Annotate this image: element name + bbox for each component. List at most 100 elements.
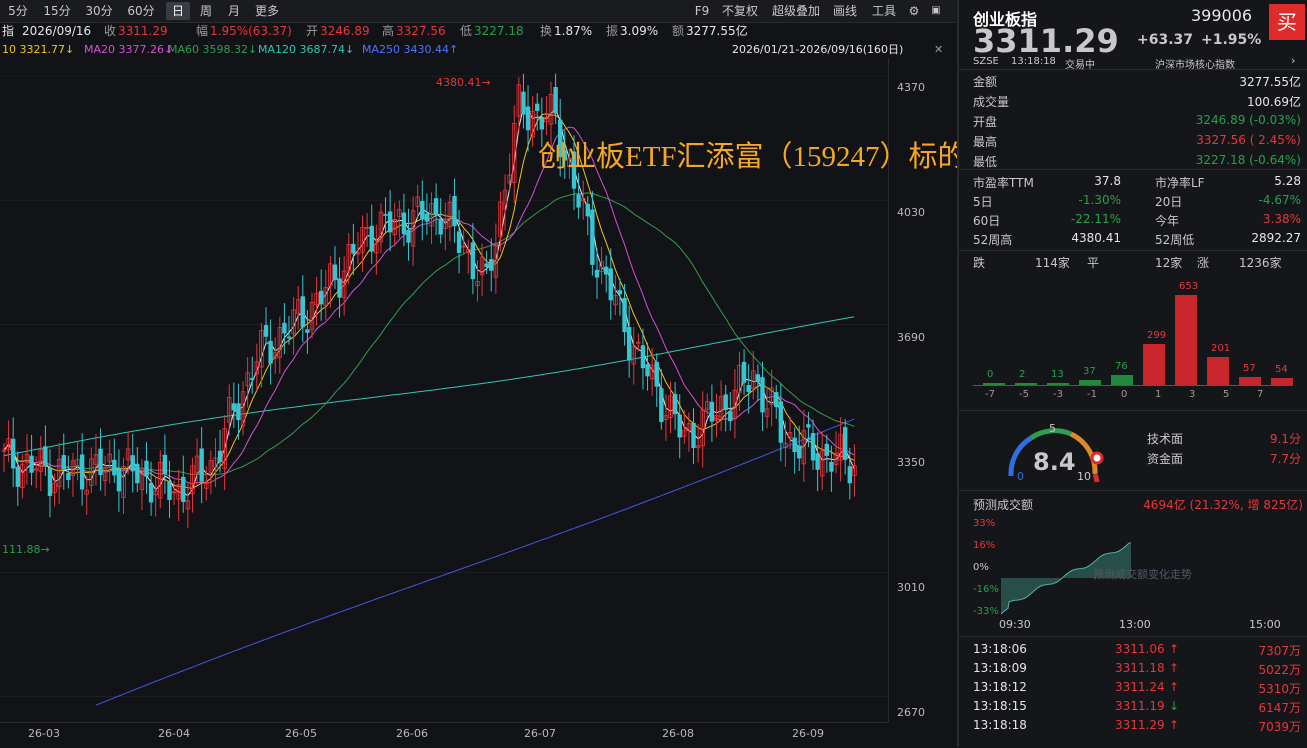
candle-body (351, 243, 356, 254)
amount-label: 额 (672, 24, 685, 38)
period-month-button[interactable]: 月 (222, 2, 246, 20)
tick-time: 13:18:18 (973, 718, 1027, 732)
y-tick: 3690 (897, 331, 925, 344)
distribution-axis-label: 0 (1121, 389, 1128, 400)
chevron-right-icon[interactable]: › (1291, 54, 1295, 67)
down-count: 114家 (1035, 256, 1070, 270)
tick-time: 13:18:12 (973, 680, 1027, 694)
distribution-bar (1239, 377, 1261, 385)
wechat-share-icon[interactable]: ▣ (928, 2, 944, 20)
candle-body (645, 364, 650, 377)
close-overlay-icon[interactable]: ✕ (934, 42, 943, 58)
f9-button[interactable]: F9 (692, 2, 712, 20)
candle-body (847, 466, 853, 484)
stat-label: 52周低 (1155, 233, 1195, 247)
tick-arrow: ↑ (1169, 718, 1180, 732)
amount-value: 3277.55亿 (686, 24, 748, 38)
up-label: 涨 (1197, 256, 1210, 270)
candle-body (659, 388, 664, 423)
stat-value: 37.8 (1094, 174, 1121, 188)
fund-value: 7.7分 (1269, 452, 1301, 466)
candle-body (617, 290, 623, 295)
candle-body (723, 394, 728, 411)
candle-body (268, 340, 273, 364)
y-tick: 3350 (897, 456, 925, 469)
quote-row-value: 100.69亿 (1247, 95, 1301, 109)
period-15min-button[interactable]: 15分 (40, 2, 74, 20)
candle-body (167, 480, 172, 500)
candle-body (594, 269, 600, 278)
period-more-button[interactable]: 更多 (250, 2, 284, 20)
distribution-bar (1271, 377, 1293, 385)
candle-body (672, 393, 678, 415)
candle-body (383, 214, 388, 216)
stat-label: 5日 (973, 195, 993, 209)
distribution-count: 37 (1083, 365, 1096, 377)
candle-body (810, 433, 816, 461)
candle-body (424, 213, 430, 222)
ma250-value: MA250 3430.44↑ (362, 43, 459, 56)
quote-row-label: 开盘 (973, 115, 998, 129)
candle-body (98, 448, 103, 476)
x-tick: 26-05 (285, 727, 317, 740)
tools-button[interactable]: 工具 (870, 2, 898, 20)
fund-label: 资金面 (1147, 452, 1184, 466)
x-tick: 26-04 (158, 727, 190, 740)
overlay-button[interactable]: 超级叠加 (768, 2, 824, 20)
ma120-line (3, 316, 855, 457)
panel-price: 3311.29 (973, 22, 1119, 60)
candle-body (824, 443, 830, 456)
distribution-count: 54 (1275, 363, 1288, 375)
tick-arrow: ↓ (1169, 699, 1180, 713)
distribution-count: 13 (1051, 369, 1064, 380)
divider (959, 410, 1307, 411)
stat-value: 4380.41 (1071, 231, 1121, 245)
forecast-label: 预测成交额 (973, 498, 1034, 512)
period-30min-button[interactable]: 30分 (82, 2, 116, 20)
open-value: 3246.89 (320, 24, 370, 38)
period-week-button[interactable]: 周 (194, 2, 218, 20)
ma20-line (3, 126, 855, 485)
tick-price: 3311.19 (1115, 699, 1165, 713)
low-marker: 111.88→ (2, 543, 50, 556)
period-5min-button[interactable]: 5分 (4, 2, 32, 20)
draw-line-button[interactable]: 画线 (830, 2, 860, 20)
candle-body (489, 259, 494, 271)
period-day-button[interactable]: 日 (166, 2, 190, 20)
low-label: 低 (460, 24, 473, 38)
x-tick: 26-06 (396, 727, 428, 740)
period-60min-button[interactable]: 60分 (124, 2, 158, 20)
buy-button[interactable]: 买 (1269, 4, 1305, 40)
no-adjust-button[interactable]: 不复权 (718, 2, 762, 20)
x-tick: 26-09 (792, 727, 824, 740)
stat-value: -1.30% (1078, 193, 1121, 207)
distribution-axis-label: 1 (1155, 389, 1162, 400)
panel-time: 13:18:18 (1011, 56, 1056, 67)
turnover-value: 1.87% (554, 24, 593, 38)
candle-body (843, 427, 848, 460)
close-label: 收 (104, 24, 117, 38)
divider (959, 490, 1307, 491)
divider (959, 636, 1307, 637)
candle-body (148, 482, 154, 503)
tick-arrow: ↑ (1169, 680, 1180, 694)
candle-body (162, 454, 168, 475)
change-value: 1.95%(63.37) (210, 24, 292, 38)
candle-body (654, 361, 659, 387)
open-label: 开 (306, 24, 319, 38)
x-tick: 26-03 (28, 727, 60, 740)
candle-body (433, 198, 439, 216)
candle-body (746, 384, 751, 393)
candle-body (456, 231, 462, 253)
settings-icon[interactable]: ⚙ (906, 2, 922, 20)
candle-body (401, 212, 407, 235)
panel-change: +63.37 (1137, 32, 1194, 48)
quote-row-label: 最高 (973, 135, 998, 149)
candle-body (691, 422, 696, 448)
quote-row-value: 3277.55亿 (1239, 75, 1301, 89)
distribution-axis-label: -3 (1053, 389, 1063, 400)
quote-row-value: 3327.56 ( 2.45%) (1196, 133, 1301, 147)
candle-body (622, 297, 627, 333)
candle-body (332, 264, 338, 281)
divider (959, 250, 1307, 251)
